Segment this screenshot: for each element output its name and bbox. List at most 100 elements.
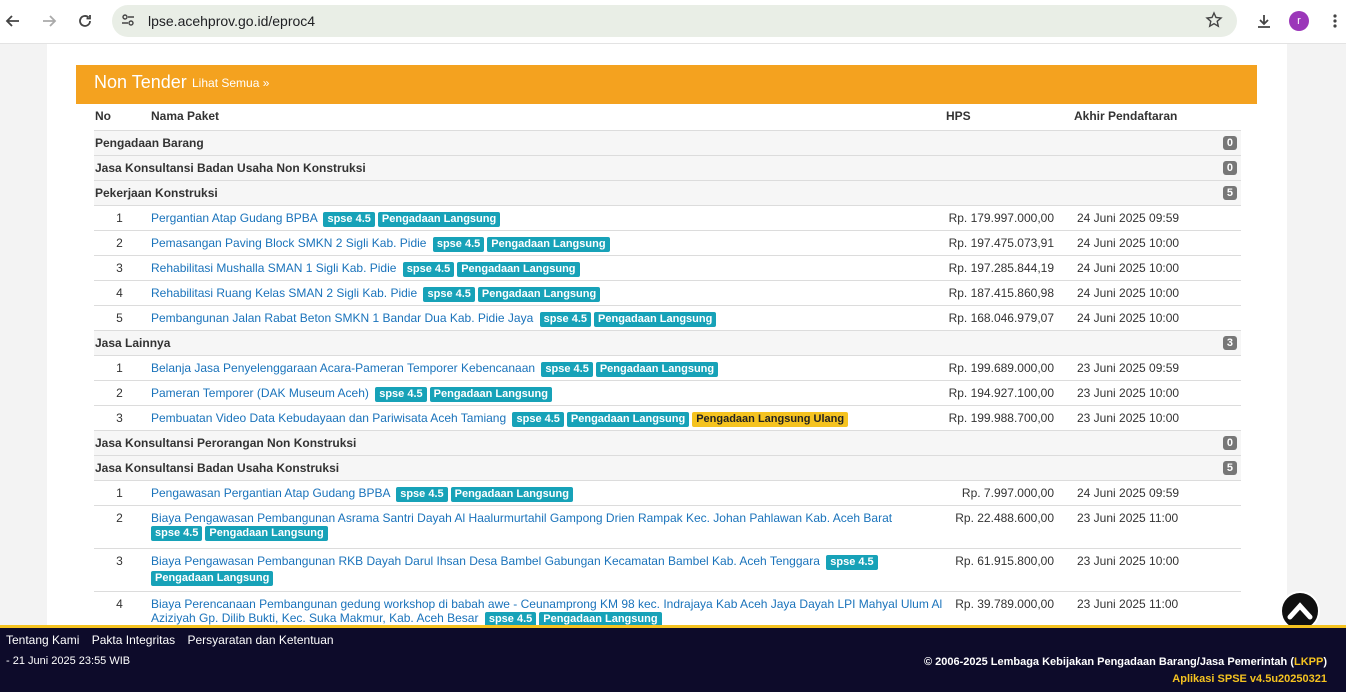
footer-link-about[interactable]: Tentang Kami [6, 633, 79, 647]
method-label: Pengadaan Langsung [429, 386, 552, 402]
see-all-link[interactable]: Lihat Semua » [192, 76, 269, 90]
category-row: Jasa Konsultansi Badan Usaha Konstruksi 5 [94, 454, 1241, 480]
spse-label: spse 4.5 [402, 261, 455, 277]
footer-link-terms[interactable]: Persyaratan dan Ketentuan [187, 633, 333, 647]
hps-value: Rp. 197.475.073,91 [946, 229, 1074, 255]
deadline-value: 24 Juni 2025 10:00 [1074, 304, 1241, 330]
package-link[interactable]: Pembuatan Video Data Kebudayaan dan Pari… [151, 411, 506, 425]
profile-avatar[interactable]: r [1289, 11, 1309, 31]
package-link[interactable]: Pemasangan Paving Block SMKN 2 Sigli Kab… [151, 236, 426, 250]
forward-icon[interactable] [36, 8, 62, 34]
retry-label: Pengadaan Langsung Ulang [692, 411, 849, 427]
category-row: Pekerjaan Konstruksi 5 [94, 179, 1241, 205]
row-number: 2 [94, 229, 151, 255]
count-badge: 0 [1222, 435, 1237, 450]
table-row: 2 Biaya Pengawasan Pembangunan Asrama Sa… [94, 504, 1241, 548]
category-name: Jasa Konsultansi Badan Usaha Konstruksi [95, 460, 340, 475]
spse-label: spse 4.5 [826, 554, 878, 570]
deadline-value: 24 Juni 2025 09:59 [1074, 204, 1241, 230]
spse-label: spse 4.5 [423, 286, 475, 302]
count-badge: 0 [1222, 160, 1237, 175]
site-footer: Tentang Kami Pakta Integritas Persyarata… [0, 625, 1346, 692]
hps-value: Rp. 187.415.860,98 [946, 279, 1074, 305]
hps-value: Rp. 199.689.000,00 [946, 354, 1074, 380]
method-label: Pengadaan Langsung [477, 286, 601, 302]
table-row: 4 Biaya Perencanaan Pembangunan gedung w… [94, 590, 1241, 625]
bookmark-star-icon[interactable] [1205, 11, 1223, 32]
page-viewport: Non Tender Lihat Semua » No Nama Paket H… [0, 44, 1346, 625]
non-tender-panel-header: Non Tender Lihat Semua » [76, 65, 1257, 104]
package-link[interactable]: Pameran Temporer (DAK Museum Aceh) [151, 386, 369, 400]
header-deadline: Akhir Pendaftaran [1074, 109, 1178, 123]
category-name: Pekerjaan Konstruksi [95, 185, 218, 200]
footer-links: Tentang Kami Pakta Integritas Persyarata… [6, 633, 343, 647]
spse-label: spse 4.5 [375, 386, 427, 402]
table-row: 1 Pergantian Atap Gudang BPBA spse 4.5 Pe… [94, 204, 1241, 230]
deadline-value: 23 Juni 2025 10:00 [1074, 547, 1241, 591]
table-row: 4 Rehabilitasi Ruang Kelas SMAN 2 Sigli … [94, 279, 1241, 305]
package-link[interactable]: Pergantian Atap Gudang BPBA [151, 211, 317, 225]
spse-label: spse 4.5 [323, 211, 375, 227]
scrollbar[interactable] [1341, 88, 1346, 625]
menu-kebab-icon[interactable] [1322, 8, 1346, 34]
footer-accent-line [0, 625, 1346, 628]
deadline-value: 24 Juni 2025 09:59 [1074, 479, 1241, 505]
header-name: Nama Paket [151, 109, 220, 123]
method-label: Pengadaan Langsung [205, 525, 328, 541]
address-bar[interactable]: lpse.acehprov.go.id/eproc4 [112, 5, 1237, 37]
package-link[interactable]: Biaya Pengawasan Pembangunan Asrama Sant… [151, 511, 892, 525]
chevron-up-icon [1287, 602, 1313, 620]
table-row: 3 Rehabilitasi Mushalla SMAN 1 Sigli Kab… [94, 254, 1241, 280]
server-timestamp: - 21 Juni 2025 23:55 WIB [6, 655, 131, 667]
package-link[interactable]: Pembangunan Jalan Rabat Beton SMKN 1 Ban… [151, 311, 533, 325]
back-icon[interactable] [0, 8, 26, 34]
deadline-value: 23 Juni 2025 11:00 [1074, 504, 1241, 548]
spse-label: spse 4.5 [484, 611, 537, 625]
download-icon[interactable] [1251, 8, 1277, 34]
url-text: lpse.acehprov.go.id/eproc4 [148, 13, 316, 29]
method-label: Pengadaan Langsung [377, 211, 501, 227]
hps-value: Rp. 168.046.979,07 [946, 304, 1074, 330]
row-number: 2 [94, 379, 151, 405]
hps-value: Rp. 39.789.000,00 [946, 590, 1074, 625]
category-row: Jasa Lainnya 3 [94, 329, 1241, 355]
deadline-value: 24 Juni 2025 10:00 [1074, 254, 1241, 280]
package-link[interactable]: Pengawasan Pergantian Atap Gudang BPBA [151, 486, 390, 500]
row-number: 1 [94, 204, 151, 230]
package-table: No Nama Paket HPS Akhir Pendaftaran Peng… [94, 106, 1241, 625]
package-link[interactable]: Biaya Pengawasan Pembangunan RKB Dayah D… [151, 554, 820, 568]
hps-value: Rp. 61.915.800,00 [946, 547, 1074, 591]
reload-icon[interactable] [72, 8, 98, 34]
content-container: Non Tender Lihat Semua » No Nama Paket H… [47, 44, 1287, 625]
category-row: Jasa Konsultansi Perorangan Non Konstruk… [94, 429, 1241, 455]
category-name: Jasa Lainnya [95, 335, 171, 350]
spse-label: spse 4.5 [151, 525, 203, 541]
table-row: 3 Biaya Pengawasan Pembangunan RKB Dayah… [94, 547, 1241, 591]
hps-value: Rp. 22.488.600,00 [946, 504, 1074, 548]
panel-title: Non Tender [94, 72, 187, 92]
deadline-value: 23 Juni 2025 10:00 [1074, 379, 1241, 405]
table-row: 2 Pemasangan Paving Block SMKN 2 Sigli K… [94, 229, 1241, 255]
row-number: 3 [94, 254, 151, 280]
count-badge: 5 [1222, 185, 1237, 200]
footer-link-integrity[interactable]: Pakta Integritas [92, 633, 175, 647]
package-link[interactable]: Belanja Jasa Penyelenggaraan Acara-Pamer… [151, 361, 535, 375]
hps-value: Rp. 199.988.700,00 [946, 404, 1074, 430]
category-name: Jasa Konsultansi Badan Usaha Non Konstru… [95, 160, 366, 175]
header-hps: HPS [946, 109, 971, 123]
category-name: Pengadaan Barang [95, 135, 204, 150]
count-badge: 5 [1222, 460, 1237, 475]
row-number: 1 [94, 479, 151, 505]
row-number: 4 [94, 590, 151, 625]
site-info-icon[interactable] [120, 12, 136, 31]
spse-label: spse 4.5 [541, 361, 593, 377]
package-link[interactable]: Rehabilitasi Ruang Kelas SMAN 2 Sigli Ka… [151, 286, 417, 300]
package-link[interactable]: Rehabilitasi Mushalla SMAN 1 Sigli Kab. … [151, 261, 396, 275]
spse-label: spse 4.5 [432, 236, 485, 252]
table-row: 1 Belanja Jasa Penyelenggaraan Acara-Pam… [94, 354, 1241, 380]
method-label: Pengadaan Langsung [595, 361, 719, 377]
method-label: Pengadaan Langsung [457, 261, 580, 277]
method-label: Pengadaan Langsung [566, 411, 690, 427]
method-label: Pengadaan Langsung [594, 311, 717, 327]
table-row: 2 Pameran Temporer (DAK Museum Aceh) sps… [94, 379, 1241, 405]
